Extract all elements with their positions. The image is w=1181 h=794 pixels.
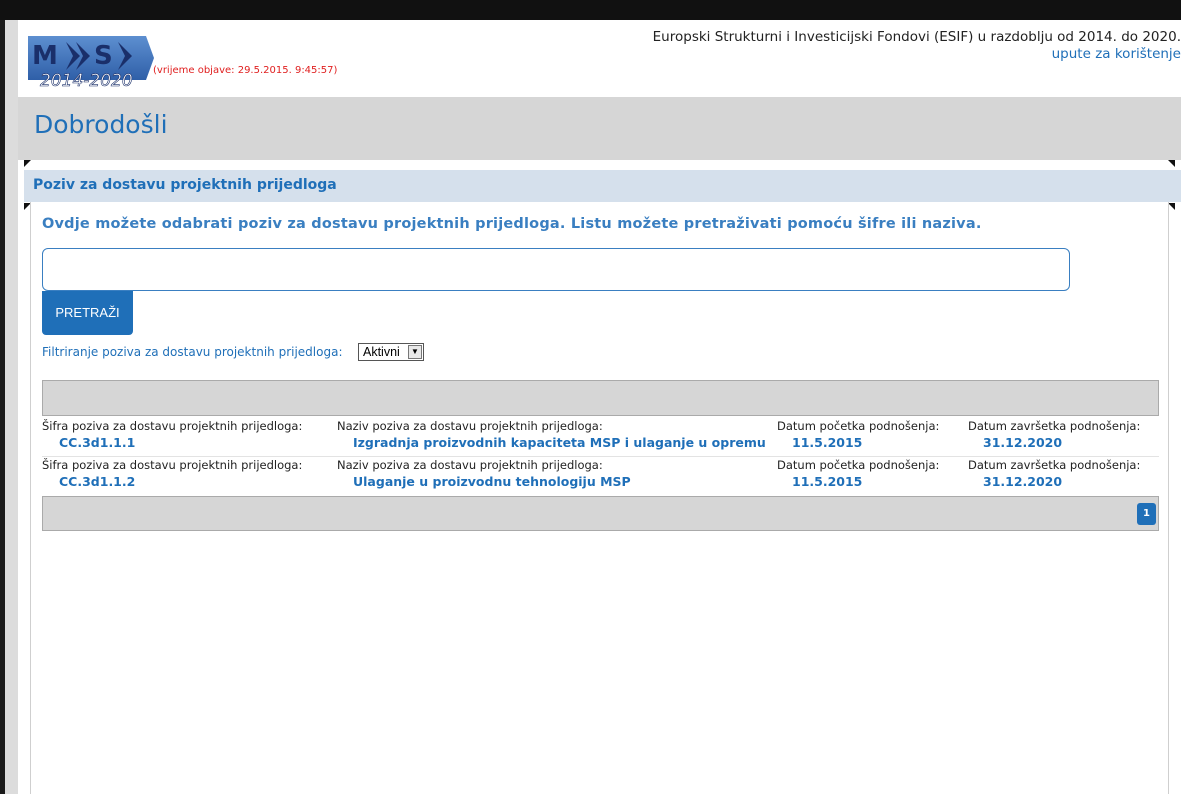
cell-label: Šifra poziva za dostavu projektnih prije… [42, 419, 303, 433]
cell-label: Šifra poziva za dostavu projektnih prije… [42, 458, 303, 472]
cell-name: Naziv poziva za dostavu projektnih prije… [337, 419, 766, 450]
cell-label: Datum početka podnošenja: [777, 458, 940, 472]
window-left-border [0, 20, 18, 794]
section-title: Poziv za dostavu projektnih prijedloga [33, 177, 337, 193]
table-header [42, 380, 1159, 416]
published-timestamp: (vrijeme objave: 29.5.2015. 9:45:57) [153, 65, 338, 76]
window-top-border [0, 0, 1181, 20]
call-code-link[interactable]: CC.3d1.1.2 [42, 474, 302, 489]
search-input[interactable] [42, 248, 1070, 291]
cell-name: Naziv poziva za dostavu projektnih prije… [337, 458, 631, 489]
table-footer: 1 [42, 496, 1159, 531]
cell-end-date: Datum završetka podnošenja: 31.12.2020 [968, 458, 1140, 489]
search-button[interactable]: PRETRAŽI [42, 291, 133, 335]
call-name-link[interactable]: Izgradnja proizvodnih kapaciteta MSP i u… [337, 435, 766, 450]
cell-label: Naziv poziva za dostavu projektnih prije… [337, 419, 603, 433]
cell-start-date: Datum početka podnošenja: 11.5.2015 [777, 458, 939, 489]
filter-label: Filtriranje poziva za dostavu projektnih… [42, 345, 343, 359]
cell-code: Šifra poziva za dostavu projektnih prije… [42, 458, 302, 489]
page-title: Dobrodošli [34, 110, 168, 139]
intro-text: Ovdje možete odabrati poziv za dostavu p… [42, 216, 982, 232]
corner-marker [1168, 160, 1175, 167]
cell-label: Datum završetka podnošenja: [968, 419, 1141, 433]
corner-marker [24, 160, 31, 167]
cell-start-date: Datum početka podnošenja: 11.5.2015 [777, 419, 939, 450]
cell-label: Datum početka podnošenja: [777, 419, 940, 433]
start-date-value: 11.5.2015 [792, 435, 863, 450]
svg-text:2014-2020: 2014-2020 [40, 71, 133, 90]
chevron-down-icon[interactable]: ▼ [408, 345, 422, 359]
svg-text:S: S [94, 41, 113, 71]
cell-label: Naziv poziva za dostavu projektnih prije… [337, 458, 603, 472]
call-code-link[interactable]: CC.3d1.1.1 [42, 435, 302, 450]
end-date-value: 31.12.2020 [983, 474, 1063, 489]
help-link[interactable]: upute za korištenje [653, 46, 1181, 63]
welcome-band: Dobrodošli [18, 97, 1181, 160]
programme-title: Europski Strukturni i Investicijski Fond… [652, 29, 1181, 45]
end-date-value: 31.12.2020 [983, 435, 1063, 450]
table-row[interactable]: Šifra poziva za dostavu projektnih prije… [42, 419, 1159, 457]
cell-end-date: Datum završetka podnošenja: 31.12.2020 [968, 419, 1140, 450]
pagination-page-button[interactable]: 1 [1137, 503, 1156, 525]
section-header: Poziv za dostavu projektnih prijedloga [24, 170, 1181, 202]
corner-marker [1168, 203, 1175, 210]
start-date-value: 11.5.2015 [792, 474, 863, 489]
header-info: Europski Strukturni i Investicijski Fond… [653, 29, 1181, 63]
table-row[interactable]: Šifra poziva za dostavu projektnih prije… [42, 458, 1159, 496]
page: M S 2014-2020 (vrijeme objave: 29.5.2015… [18, 20, 1181, 794]
svg-text:M: M [32, 41, 58, 71]
call-name-link[interactable]: Ulaganje u proizvodnu tehnologiju MSP [337, 474, 631, 489]
cell-label: Datum završetka podnošenja: [968, 458, 1141, 472]
filter-select[interactable]: Aktivni ▼ [358, 343, 424, 361]
filter-selected-value: Aktivni [363, 345, 400, 359]
mis-logo: M S 2014-2020 [28, 36, 154, 90]
cell-code: Šifra poziva za dostavu projektnih prije… [42, 419, 302, 450]
